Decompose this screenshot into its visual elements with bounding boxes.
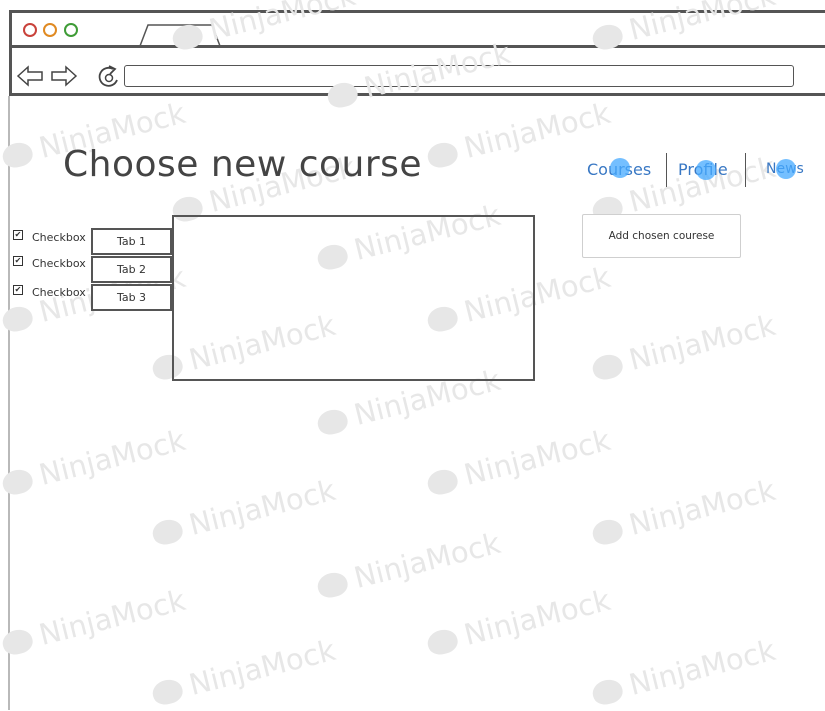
nav-link-news[interactable]: News xyxy=(766,161,804,177)
checkbox-checked-icon[interactable]: ✔ xyxy=(13,229,23,240)
nav-link-profile[interactable]: Profile xyxy=(678,160,728,179)
tab-3[interactable]: Tab 3 xyxy=(91,284,172,311)
checkbox-item[interactable]: ✔ Checkbox xyxy=(13,284,86,299)
add-course-button[interactable]: Add chosen courese xyxy=(582,214,741,258)
tab-content-panel xyxy=(172,215,535,381)
tab-2[interactable]: Tab 2 xyxy=(91,256,172,283)
checkbox-item[interactable]: ✔ Checkbox xyxy=(13,255,86,270)
checkbox-checked-icon[interactable]: ✔ xyxy=(13,255,23,266)
checkbox-checked-icon[interactable]: ✔ xyxy=(13,284,23,295)
page-title: Choose new course xyxy=(63,144,423,185)
checkbox-label: Checkbox xyxy=(32,257,86,270)
page-content: Choose new course Courses Profile News A… xyxy=(0,0,825,710)
nav-divider xyxy=(666,153,667,187)
tab-1[interactable]: Tab 1 xyxy=(91,228,172,255)
checkbox-label: Checkbox xyxy=(32,231,86,244)
nav-link-courses[interactable]: Courses xyxy=(587,160,651,179)
checkbox-item[interactable]: ✔ Checkbox xyxy=(13,229,86,244)
nav-divider xyxy=(745,153,746,187)
checkbox-label: Checkbox xyxy=(32,286,86,299)
